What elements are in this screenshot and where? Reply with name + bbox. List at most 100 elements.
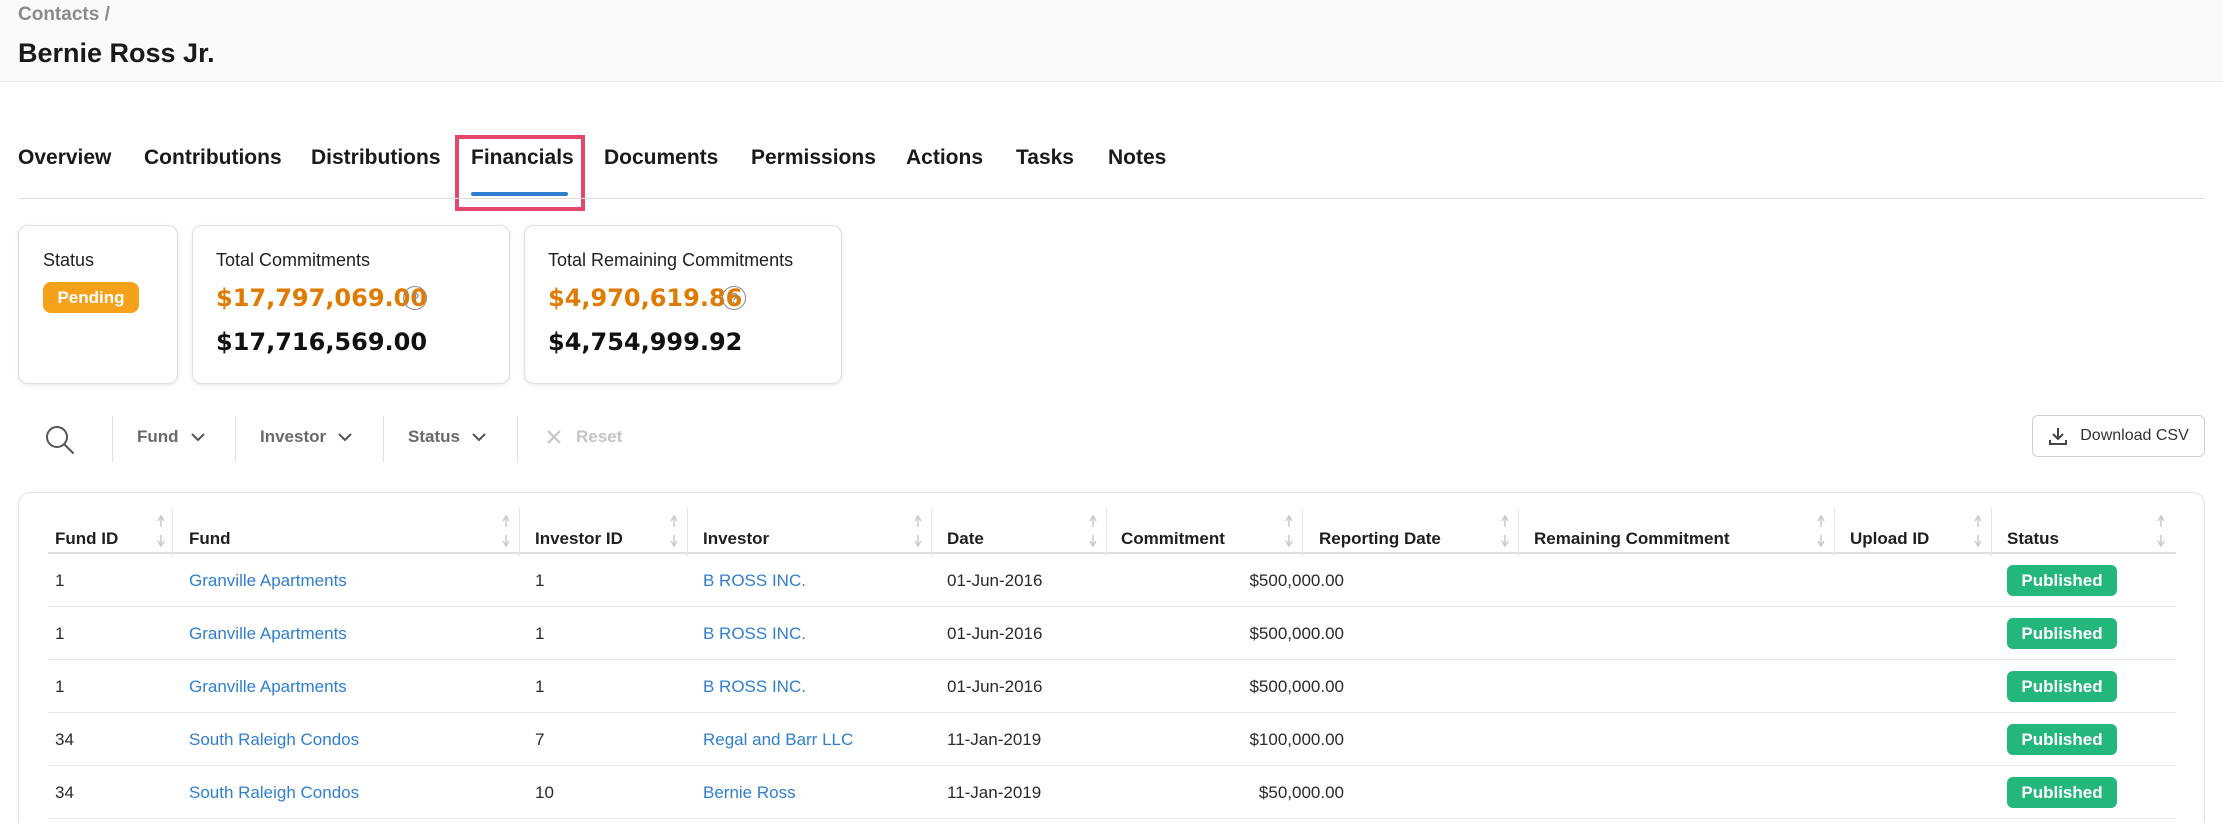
sort-icon[interactable] [1816, 513, 1826, 549]
column-separator [931, 508, 932, 556]
fund-filter[interactable]: Fund [137, 427, 207, 447]
cell-fund-id: 34 [55, 729, 74, 749]
cell-status: Published [2007, 554, 2117, 607]
cell-fund-id: 1 [55, 676, 65, 696]
cell-investor-link[interactable]: Regal and Barr LLC [703, 713, 853, 766]
status-badge: Published [2007, 671, 2117, 702]
tabs-divider [18, 198, 2205, 199]
tab-documents[interactable]: Documents [604, 146, 718, 170]
tab-bar: Overview Contributions Distributions Fin… [0, 82, 2223, 211]
total-remaining-label: Total Remaining Commitments [548, 250, 794, 270]
help-icon[interactable]: ? [403, 286, 427, 310]
total-commitments-secondary: $17,716,569.00 [216, 328, 428, 356]
tab-actions[interactable]: Actions [906, 146, 983, 170]
filter-separator [383, 416, 384, 462]
sort-icon[interactable] [913, 513, 923, 549]
cell-commitment: $50,000.00 [1258, 782, 1344, 802]
column-separator [687, 508, 688, 556]
column-separator [1302, 508, 1303, 556]
table-row: 34 South Raleigh Condos 7 Regal and Barr… [48, 713, 2176, 766]
status-badge: Published [2007, 565, 2117, 596]
sort-icon[interactable] [669, 513, 679, 549]
tab-distributions[interactable]: Distributions [311, 146, 441, 170]
active-tab-underline [471, 192, 568, 196]
cell-investor-id: 1 [535, 623, 545, 643]
fund-filter-label: Fund [137, 427, 179, 446]
filter-separator [112, 416, 113, 462]
status-badge: Published [2007, 724, 2117, 755]
total-commitments-label: Total Commitments [216, 250, 371, 270]
search-icon[interactable] [44, 424, 76, 456]
tab-overview[interactable]: Overview [18, 146, 111, 170]
status-badge: Published [2007, 777, 2117, 808]
download-csv-button[interactable]: Download CSV [2032, 415, 2205, 457]
column-separator [519, 508, 520, 556]
column-separator [1106, 508, 1107, 556]
total-commitments-primary: $17,797,069.00 [216, 284, 428, 312]
cell-commitment: $500,000.00 [1249, 570, 1344, 590]
total-commitments-card: Total Commitments $17,797,069.00 ? $17,7… [192, 225, 510, 384]
filter-separator [235, 416, 236, 462]
cell-fund-link[interactable]: Granville Apartments [189, 660, 347, 713]
cell-investor-link[interactable]: B ROSS INC. [703, 660, 806, 713]
filter-separator [517, 416, 518, 462]
page-header: Contacts / Bernie Ross Jr. [0, 0, 2223, 82]
sort-icon[interactable] [1500, 513, 1510, 549]
cell-fund-link[interactable]: South Raleigh Condos [189, 713, 359, 766]
status-card: Status Pending [18, 225, 178, 384]
total-remaining-card: Total Remaining Commitments $4,970,619.8… [524, 225, 842, 384]
sort-icon[interactable] [1284, 513, 1294, 549]
cell-investor-id: 7 [535, 729, 545, 749]
column-separator [1834, 508, 1835, 556]
breadcrumb[interactable]: Contacts / [18, 4, 110, 26]
sort-icon[interactable] [156, 513, 166, 549]
cell-status: Published [2007, 766, 2117, 819]
sort-icon[interactable] [2156, 513, 2166, 549]
cell-investor-link[interactable]: B ROSS INC. [703, 554, 806, 607]
table-row: 1 Granville Apartments 1 B ROSS INC. 01-… [48, 660, 2176, 713]
tab-contributions[interactable]: Contributions [144, 146, 282, 170]
cell-investor-id: 1 [535, 676, 545, 696]
cell-status: Published [2007, 607, 2117, 660]
cell-fund-id: 1 [55, 623, 65, 643]
investor-filter[interactable]: Investor [260, 427, 354, 447]
cell-fund-link[interactable]: Granville Apartments [189, 607, 347, 660]
sort-icon[interactable] [501, 513, 511, 549]
cell-status: Published [2007, 660, 2117, 713]
close-icon [547, 430, 561, 444]
status-filter[interactable]: Status [408, 427, 488, 447]
tab-financials[interactable]: Financials [471, 146, 574, 170]
chevron-down-icon [338, 433, 352, 442]
cell-date: 01-Jun-2016 [947, 570, 1043, 590]
cell-date: 01-Jun-2016 [947, 623, 1043, 643]
filter-bar: Fund Investor Status Reset Download CSV [0, 412, 2223, 466]
sort-icon[interactable] [1973, 513, 1983, 549]
cell-date: 11-Jan-2019 [947, 782, 1042, 802]
tab-notes[interactable]: Notes [1108, 146, 1166, 170]
tab-tasks[interactable]: Tasks [1016, 146, 1074, 170]
reset-button[interactable]: Reset [546, 427, 622, 447]
reset-label: Reset [576, 427, 623, 446]
cell-fund-link[interactable]: South Raleigh Condos [189, 766, 359, 819]
cell-investor-id: 10 [535, 782, 554, 802]
status-filter-label: Status [408, 427, 460, 446]
cell-investor-link[interactable]: B ROSS INC. [703, 607, 806, 660]
status-badge: Pending [43, 282, 139, 313]
cell-investor-link[interactable]: Bernie Ross [703, 766, 796, 819]
cell-commitment: $500,000.00 [1249, 623, 1344, 643]
cell-commitment: $100,000.00 [1249, 729, 1344, 749]
sort-icon[interactable] [1088, 513, 1098, 549]
total-remaining-primary: $4,970,619.86 [548, 284, 743, 312]
cell-commitment: $500,000.00 [1249, 676, 1344, 696]
status-card-label: Status [43, 250, 95, 270]
cell-status: Published [2007, 713, 2117, 766]
cell-fund-link[interactable]: Granville Apartments [189, 554, 347, 607]
cell-fund-id: 1 [55, 570, 65, 590]
help-icon[interactable]: ? [722, 286, 746, 310]
tab-permissions[interactable]: Permissions [751, 146, 876, 170]
column-separator [1991, 508, 1992, 556]
status-badge: Published [2007, 618, 2117, 649]
cell-date: 11-Jan-2019 [947, 729, 1042, 749]
total-remaining-secondary: $4,754,999.92 [548, 328, 743, 356]
chevron-down-icon [472, 433, 486, 442]
